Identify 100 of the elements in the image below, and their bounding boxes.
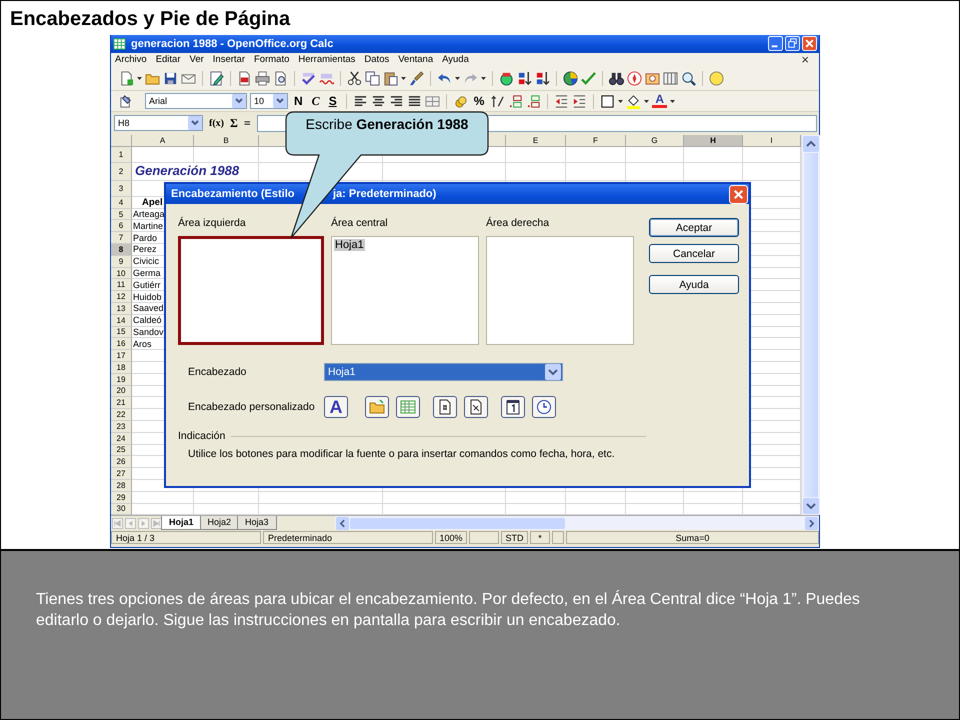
row-header[interactable]: 29 xyxy=(111,492,132,504)
scroll-right-icon[interactable] xyxy=(805,516,818,530)
row-header[interactable]: 8 xyxy=(111,244,132,256)
minimize-icon[interactable] xyxy=(768,36,783,52)
paint-bucket-icon[interactable] xyxy=(626,94,642,109)
pie-chart-icon[interactable] xyxy=(563,71,578,86)
row-header[interactable]: 14 xyxy=(111,314,132,327)
column-header[interactable]: E xyxy=(506,134,566,147)
coins-icon[interactable] xyxy=(452,94,468,109)
scroll-down-icon[interactable] xyxy=(803,498,819,514)
border-icon[interactable] xyxy=(600,94,616,109)
row-header[interactable]: 17 xyxy=(111,350,132,362)
row-header[interactable]: 22 xyxy=(111,409,132,421)
font-color-button[interactable]: A xyxy=(652,94,668,108)
caret-icon[interactable] xyxy=(670,100,676,103)
row-header[interactable]: 28 xyxy=(111,480,132,492)
row-header[interactable]: 26 xyxy=(111,456,132,468)
zoom-icon[interactable] xyxy=(681,71,696,86)
sheet-name-button[interactable] xyxy=(396,396,420,418)
date-button[interactable] xyxy=(501,396,525,418)
delete-decimal-icon[interactable] xyxy=(526,94,542,109)
row-header[interactable]: 27 xyxy=(111,468,132,480)
align-left-icon[interactable] xyxy=(352,94,368,109)
scroll-up-icon[interactable] xyxy=(803,136,819,152)
paste-icon[interactable] xyxy=(383,71,398,86)
save-icon[interactable] xyxy=(163,71,178,86)
printer-icon[interactable] xyxy=(255,71,270,86)
menu-item[interactable]: Editar xyxy=(156,54,181,66)
row-header[interactable]: 20 xyxy=(111,386,132,398)
align-center-icon[interactable] xyxy=(370,94,386,109)
column-header[interactable]: F xyxy=(566,134,626,147)
row-header[interactable]: 10 xyxy=(111,268,132,280)
copy-icon[interactable] xyxy=(365,71,380,86)
dropdown-icon[interactable] xyxy=(232,94,246,108)
row-header[interactable]: 18 xyxy=(111,362,132,374)
spellcheck-icon[interactable] xyxy=(301,71,316,86)
compass-icon[interactable] xyxy=(627,71,642,86)
dropdown-icon[interactable] xyxy=(545,364,561,380)
vertical-scrollbar[interactable] xyxy=(801,134,820,516)
caret-icon[interactable] xyxy=(401,77,406,80)
font-button[interactable]: A xyxy=(324,396,348,418)
sheet-tab[interactable]: Hoja3 xyxy=(237,516,277,530)
row-header[interactable]: 23 xyxy=(111,420,132,433)
align-right-icon[interactable] xyxy=(388,94,404,109)
add-decimal-icon[interactable] xyxy=(508,94,524,109)
brush-icon[interactable] xyxy=(409,71,424,86)
menu-item[interactable]: Datos xyxy=(364,54,390,66)
menu-item[interactable]: Formato xyxy=(254,54,290,66)
sort-descending-icon[interactable] xyxy=(535,71,550,86)
caret-icon[interactable] xyxy=(137,77,142,80)
header-dropdown[interactable]: Hoja1 xyxy=(324,363,563,381)
percent-button[interactable]: % xyxy=(470,94,488,109)
page-preview-icon[interactable] xyxy=(273,71,288,86)
bold-button[interactable]: N xyxy=(291,94,306,109)
row-header[interactable]: 3 xyxy=(111,180,132,197)
underline-button[interactable]: S xyxy=(326,94,340,109)
dialog-button[interactable]: Ayuda xyxy=(649,275,739,294)
sum-button[interactable]: Σ xyxy=(230,116,238,131)
menu-item[interactable]: Ventana xyxy=(398,54,434,66)
caret-icon[interactable] xyxy=(618,100,624,103)
equals-button[interactable]: = xyxy=(244,116,251,131)
sheet-tab[interactable]: Hoja2 xyxy=(200,516,240,530)
gallery-icon[interactable] xyxy=(645,71,660,86)
area-field[interactable] xyxy=(178,236,324,345)
edit-file-icon[interactable] xyxy=(209,71,224,86)
time-button[interactable] xyxy=(532,396,556,418)
row-header[interactable]: 16 xyxy=(111,338,132,350)
help-icon[interactable] xyxy=(709,71,724,86)
close-icon[interactable] xyxy=(729,184,748,204)
sort-ascending-icon[interactable] xyxy=(517,71,532,86)
restore-icon[interactable] xyxy=(785,36,800,52)
row-header[interactable]: 1 xyxy=(111,146,132,163)
font-name-field[interactable]: Arial xyxy=(145,93,247,110)
menu-item[interactable]: Ayuda xyxy=(442,54,469,66)
justify-icon[interactable] xyxy=(406,94,422,109)
autospell-icon[interactable] xyxy=(319,71,334,86)
dialog-button[interactable]: Aceptar xyxy=(649,218,739,237)
increase-indent-icon[interactable] xyxy=(572,94,588,109)
row-header[interactable]: 7 xyxy=(111,232,132,244)
row-header[interactable]: 15 xyxy=(111,326,132,338)
area-field[interactable] xyxy=(486,236,634,345)
function-wizard-button[interactable]: f(x) xyxy=(209,118,224,129)
row-header[interactable]: 19 xyxy=(111,374,132,386)
close-document-button[interactable]: × xyxy=(801,54,809,66)
navigator-icon[interactable] xyxy=(499,71,514,86)
row-header[interactable]: 9 xyxy=(111,256,132,268)
italic-button[interactable]: C xyxy=(308,94,323,109)
table-icon[interactable] xyxy=(663,71,678,86)
close-icon[interactable] xyxy=(802,36,817,52)
corner-cell[interactable] xyxy=(111,134,132,147)
menu-item[interactable]: Archivo xyxy=(115,54,147,66)
merge-cells-icon[interactable] xyxy=(424,94,440,109)
insert-file-button[interactable] xyxy=(365,396,389,418)
column-header[interactable]: A xyxy=(132,134,194,147)
row-header[interactable]: 11 xyxy=(111,279,132,292)
decrease-indent-icon[interactable] xyxy=(554,94,570,109)
caret-icon[interactable] xyxy=(481,77,486,80)
scissors-icon[interactable] xyxy=(347,71,362,86)
row-header[interactable]: 21 xyxy=(111,397,132,410)
row-header[interactable]: 24 xyxy=(111,432,132,445)
